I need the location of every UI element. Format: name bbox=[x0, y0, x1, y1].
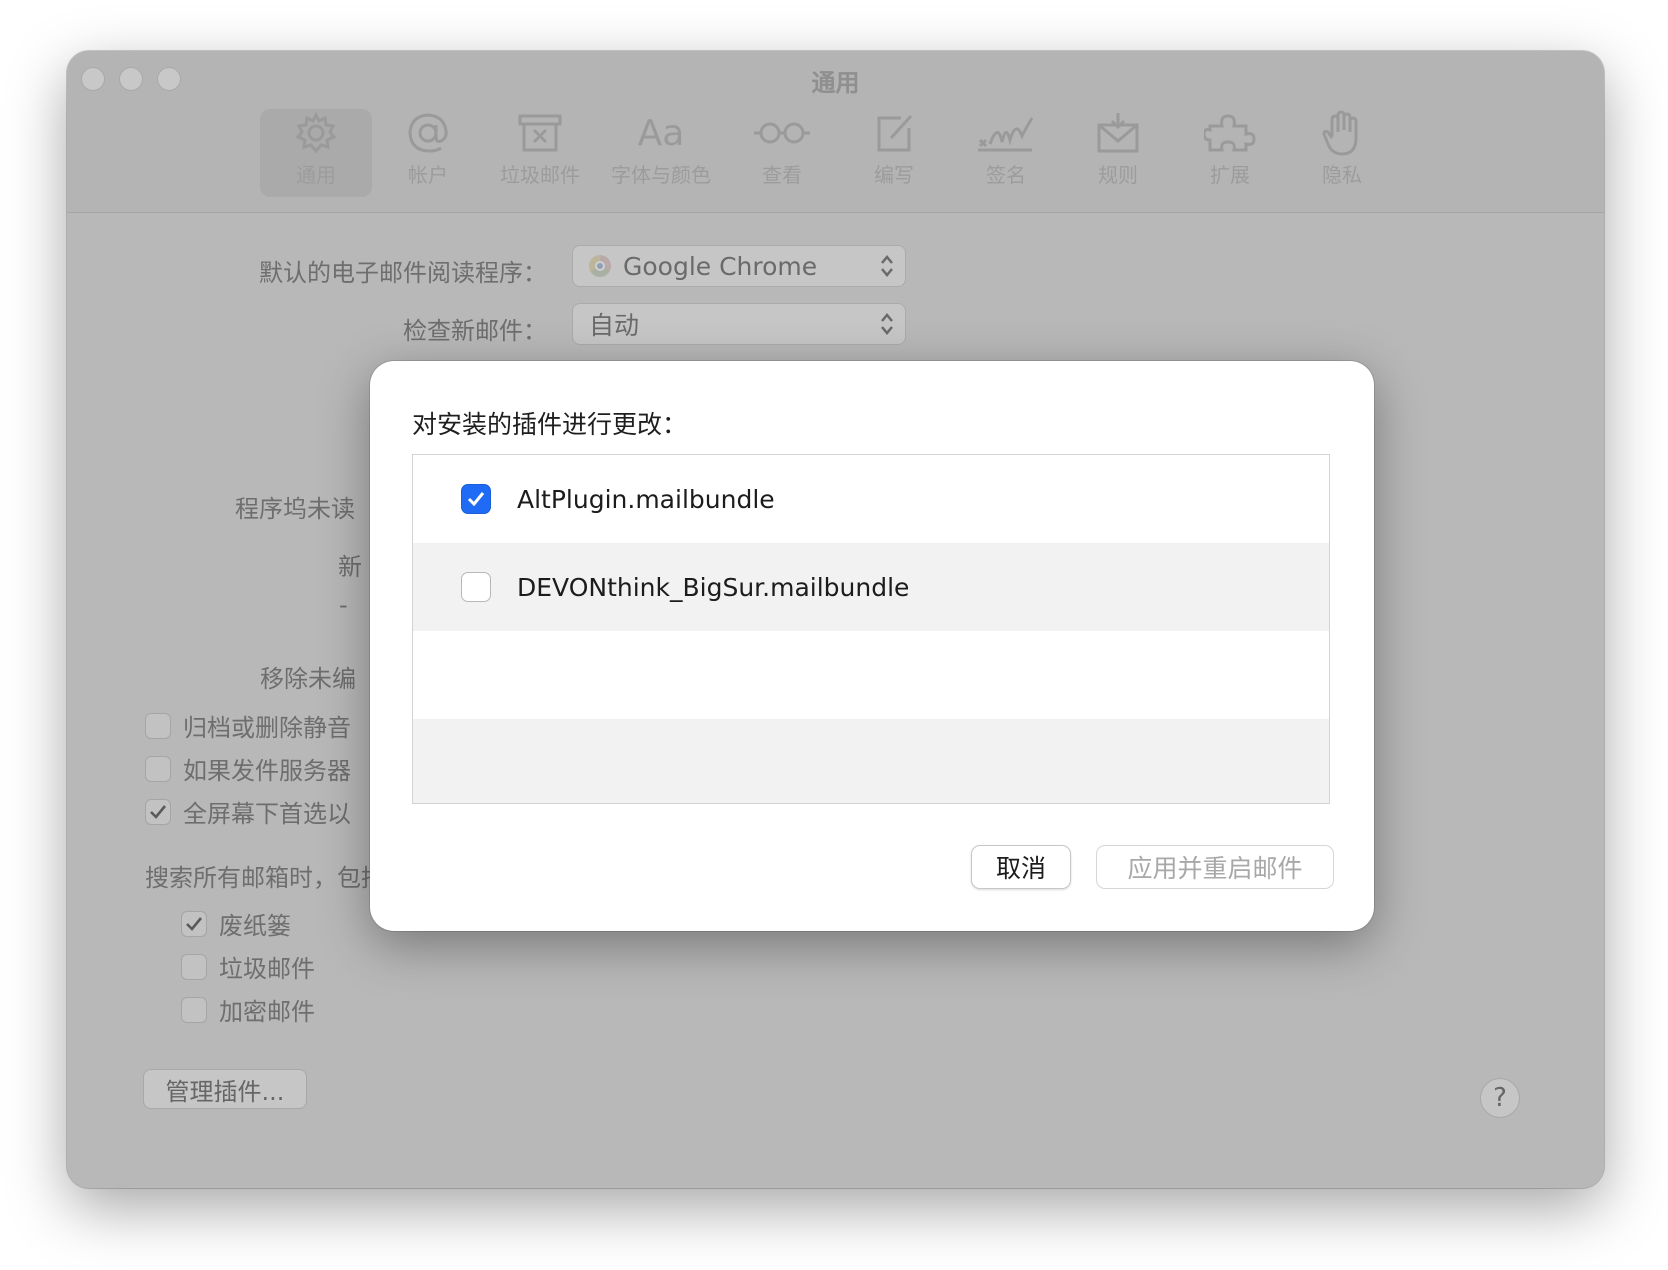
tab-viewing[interactable]: 查看 bbox=[726, 109, 838, 197]
tab-privacy[interactable]: 隐私 bbox=[1286, 109, 1398, 197]
check-mail-value: 自动 bbox=[589, 311, 640, 340]
tab-signatures[interactable]: 签名 bbox=[950, 109, 1062, 197]
signature-icon bbox=[976, 109, 1036, 157]
chrome-icon bbox=[589, 255, 611, 277]
remove-unedited-label: 移除未编 bbox=[260, 665, 356, 693]
gear-icon bbox=[286, 109, 346, 157]
default-reader-popup[interactable]: Google Chrome bbox=[572, 245, 906, 287]
checkbox-checked[interactable] bbox=[181, 910, 207, 937]
default-reader-value: Google Chrome bbox=[623, 251, 818, 281]
default-reader-label: 默认的电子邮件阅读程序： bbox=[259, 259, 547, 287]
empty-row bbox=[413, 631, 1329, 719]
checkmark-icon bbox=[150, 804, 167, 819]
compose-icon bbox=[864, 109, 924, 157]
search-trash-option[interactable]: 废纸篓 bbox=[181, 906, 291, 941]
tab-junk[interactable]: 垃圾邮件 bbox=[484, 109, 596, 197]
tab-extensions[interactable]: 扩展 bbox=[1174, 109, 1286, 197]
help-button[interactable]: ? bbox=[1480, 1078, 1520, 1118]
checkbox[interactable] bbox=[145, 755, 171, 782]
tab-fonts-colors[interactable]: Aa 字体与颜色 bbox=[596, 109, 726, 197]
fullscreen-option[interactable]: 全屏幕下首选以 bbox=[145, 794, 351, 829]
font-icon: Aa bbox=[637, 112, 685, 154]
plugin-row[interactable]: DEVONthink_BigSur.mailbundle bbox=[413, 543, 1329, 631]
up-down-chevron-icon bbox=[881, 313, 893, 335]
up-down-chevron-icon bbox=[881, 255, 893, 277]
check-mail-label: 检查新邮件： bbox=[403, 317, 547, 345]
plugin-checkbox[interactable] bbox=[461, 572, 491, 602]
checkbox-checked[interactable] bbox=[145, 798, 171, 825]
tab-label: 编写 bbox=[874, 163, 914, 187]
plugin-list: AltPlugin.mailbundle DEVONthink_BigSur.m… bbox=[412, 454, 1330, 804]
tab-label: 隐私 bbox=[1322, 163, 1362, 187]
server-unavailable-option[interactable]: 如果发件服务器 bbox=[145, 751, 351, 786]
plugin-name: DEVONthink_BigSur.mailbundle bbox=[517, 572, 910, 602]
tab-label: 通用 bbox=[296, 163, 336, 187]
at-icon bbox=[398, 109, 458, 157]
search-junk-option[interactable]: 垃圾邮件 bbox=[181, 949, 315, 984]
window-title: 通用 bbox=[811, 69, 860, 97]
title-bar: 通用 通用 帐户 垃圾邮件 Aa 字体与颜色 查看 编写 签名 规则 扩展 隐私 bbox=[67, 51, 1604, 213]
tab-general[interactable]: 通用 bbox=[260, 109, 372, 197]
dash-label: - bbox=[339, 591, 348, 619]
checkbox[interactable] bbox=[181, 953, 207, 980]
checkmark-icon bbox=[467, 492, 485, 507]
check-mail-popup[interactable]: 自动 bbox=[572, 303, 906, 345]
apply-restart-button[interactable]: 应用并重启邮件 bbox=[1096, 845, 1334, 889]
checkmark-icon bbox=[186, 916, 203, 931]
puzzle-icon bbox=[1200, 109, 1260, 157]
tab-label: 查看 bbox=[762, 163, 802, 187]
manage-plugins-sheet: 对安装的插件进行更改： AltPlugin.mailbundle DEVONth… bbox=[370, 361, 1374, 931]
dialog-title: 对安装的插件进行更改： bbox=[412, 410, 688, 439]
rules-envelope-icon bbox=[1088, 109, 1148, 157]
glasses-icon bbox=[752, 109, 812, 157]
plugin-checkbox-checked[interactable] bbox=[461, 484, 491, 514]
plugin-row[interactable]: AltPlugin.mailbundle bbox=[413, 455, 1329, 543]
new-mail-label: 新 bbox=[338, 553, 362, 581]
tab-label: 扩展 bbox=[1210, 163, 1250, 187]
search-encrypted-option[interactable]: 加密邮件 bbox=[181, 992, 315, 1027]
manage-plugins-button[interactable]: 管理插件... bbox=[143, 1069, 307, 1109]
tab-label: 签名 bbox=[986, 163, 1026, 187]
hand-icon bbox=[1312, 109, 1372, 157]
empty-row bbox=[413, 719, 1329, 803]
tab-label: 字体与颜色 bbox=[611, 163, 711, 187]
junk-tray-icon bbox=[510, 109, 570, 157]
tab-accounts[interactable]: 帐户 bbox=[372, 109, 484, 197]
checkbox[interactable] bbox=[145, 712, 171, 739]
dock-unread-label: 程序坞未读 bbox=[235, 495, 355, 523]
plugin-name: AltPlugin.mailbundle bbox=[517, 484, 775, 514]
archive-muted-option[interactable]: 归档或删除静音 bbox=[145, 708, 351, 743]
tab-label: 规则 bbox=[1098, 163, 1138, 187]
cancel-button[interactable]: 取消 bbox=[971, 845, 1071, 889]
tab-rules[interactable]: 规则 bbox=[1062, 109, 1174, 197]
tab-label: 帐户 bbox=[408, 163, 448, 187]
preferences-toolbar: 通用 帐户 垃圾邮件 Aa 字体与颜色 查看 编写 签名 规则 扩展 隐私 bbox=[260, 109, 1398, 197]
checkbox[interactable] bbox=[181, 996, 207, 1023]
tab-composing[interactable]: 编写 bbox=[838, 109, 950, 197]
tab-label: 垃圾邮件 bbox=[500, 163, 580, 187]
